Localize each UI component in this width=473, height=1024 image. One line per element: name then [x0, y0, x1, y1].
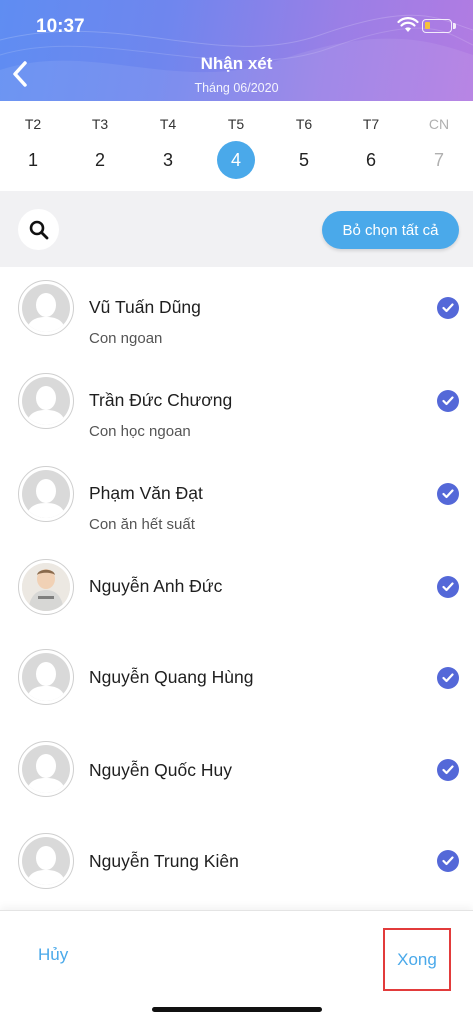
- day-date: 4: [217, 141, 255, 179]
- day-item[interactable]: T7 6: [341, 101, 401, 191]
- list-item[interactable]: Vũ Tuấn Dũng Con ngoan: [0, 267, 473, 359]
- student-name: Trần Đức Chương: [89, 390, 233, 410]
- default-avatar-icon: [26, 754, 66, 793]
- day-item[interactable]: T5 4: [206, 101, 266, 191]
- check-icon: [442, 582, 454, 592]
- student-name: Nguyễn Quốc Huy: [89, 760, 232, 780]
- check-icon: [442, 489, 454, 499]
- day-label: T7: [362, 116, 380, 132]
- day-date: 1: [27, 150, 38, 170]
- list-item[interactable]: Trần Đức Chương Con học ngoan: [0, 360, 473, 452]
- checkbox-checked[interactable]: [437, 297, 459, 319]
- day-date: 2: [94, 150, 105, 170]
- avatar: [18, 280, 74, 336]
- day-item[interactable]: T4 3: [138, 101, 198, 191]
- day-label: T5: [227, 116, 245, 132]
- search-button[interactable]: [18, 209, 59, 250]
- day-item[interactable]: T6 5: [274, 101, 334, 191]
- checkbox-checked[interactable]: [437, 483, 459, 505]
- check-icon: [442, 765, 454, 775]
- checkbox-checked[interactable]: [437, 759, 459, 781]
- day-label: CN: [428, 116, 450, 132]
- day-item[interactable]: CN 7: [409, 101, 469, 191]
- student-name: Phạm Văn Đạt: [89, 483, 203, 503]
- search-icon: [29, 220, 49, 240]
- checkbox-checked[interactable]: [437, 667, 459, 689]
- day-date: 7: [433, 150, 444, 170]
- day-date: 6: [365, 150, 376, 170]
- default-avatar-icon: [26, 846, 66, 885]
- check-icon: [442, 673, 454, 683]
- checkbox-checked[interactable]: [437, 390, 459, 412]
- list-item[interactable]: Phạm Văn Đạt Con ăn hết suất: [0, 453, 473, 545]
- list-item[interactable]: Nguyễn Trung Kiên: [0, 821, 473, 913]
- student-note: Con học ngoan: [89, 423, 191, 440]
- checkbox-checked[interactable]: [437, 576, 459, 598]
- day-label: T3: [91, 116, 109, 132]
- list-item[interactable]: Nguyễn Anh Đức: [0, 546, 473, 638]
- status-time: 10:37: [36, 16, 85, 37]
- day-date: 5: [298, 150, 309, 170]
- avatar: [18, 373, 74, 429]
- cancel-button[interactable]: Hủy: [38, 945, 68, 965]
- avatar: [18, 741, 74, 797]
- student-name: Nguyễn Anh Đức: [89, 576, 223, 596]
- list-item[interactable]: Nguyễn Quang Hùng: [0, 639, 473, 731]
- check-icon: [442, 303, 454, 313]
- avatar: [18, 466, 74, 522]
- default-avatar-icon: [26, 386, 66, 425]
- day-label: T2: [24, 116, 42, 132]
- check-icon: [442, 396, 454, 406]
- check-icon: [442, 856, 454, 866]
- default-avatar-icon: [26, 662, 66, 701]
- day-date: 3: [162, 150, 173, 170]
- page-subtitle: Tháng 06/2020: [194, 81, 279, 95]
- checkbox-checked[interactable]: [437, 850, 459, 872]
- list-item[interactable]: Nguyễn Quốc Huy: [0, 730, 473, 822]
- avatar-photo: [18, 559, 74, 615]
- child-photo-icon: [22, 563, 70, 611]
- student-note: Con ngoan: [89, 330, 163, 347]
- list-toolbar: Bỏ chọn tất cả: [0, 191, 473, 267]
- day-item[interactable]: T3 2: [70, 101, 130, 191]
- wifi-icon: [397, 17, 419, 32]
- week-selector: T2 1 T3 2 T4 3 T5 4 T6 5 T7 6 CN 7: [0, 101, 473, 191]
- battery-icon: [422, 19, 456, 33]
- page-title: Nhận xét: [200, 54, 273, 73]
- day-label: T4: [159, 116, 177, 132]
- avatar: [18, 649, 74, 705]
- student-note: Con ăn hết suất: [89, 516, 195, 533]
- footer-action-bar: Hủy Xong: [0, 910, 473, 1024]
- day-item[interactable]: T2 1: [3, 101, 63, 191]
- deselect-all-button[interactable]: Bỏ chọn tất cả: [322, 211, 459, 249]
- student-name: Nguyễn Trung Kiên: [89, 851, 239, 871]
- day-label: T6: [295, 116, 313, 132]
- student-name: Vũ Tuấn Dũng: [89, 297, 201, 317]
- default-avatar-icon: [26, 293, 66, 332]
- avatar: [18, 833, 74, 889]
- default-avatar-icon: [26, 479, 66, 518]
- done-button[interactable]: Xong: [383, 928, 451, 991]
- home-indicator[interactable]: [152, 1007, 322, 1012]
- header-bar: 10:37 Nhận xét Tháng 06/2020: [0, 0, 473, 101]
- student-name: Nguyễn Quang Hùng: [89, 667, 254, 687]
